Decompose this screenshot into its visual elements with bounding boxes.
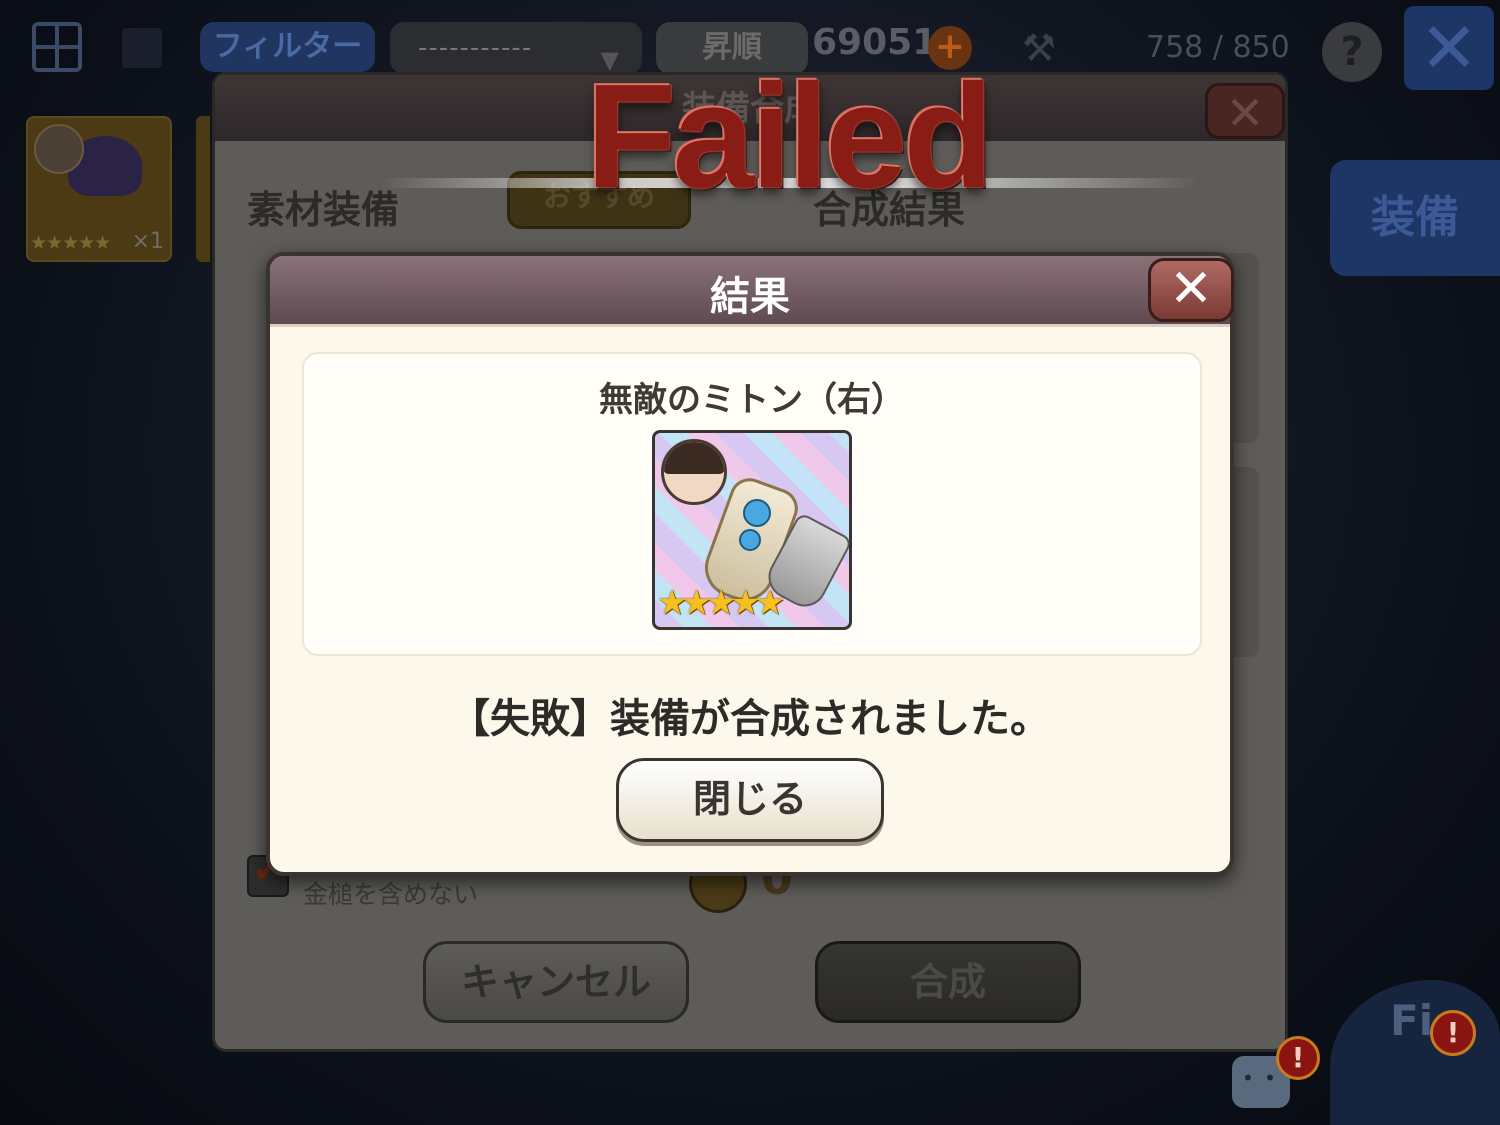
alert-badge-icon: ! <box>1430 1010 1476 1056</box>
filter-button[interactable]: フィルター <box>200 22 375 72</box>
result-message: 【失敗】装備が合成されました。 <box>450 696 1050 742</box>
result-dialog: 結果 ✕ 無敵のミトン（右） ★★★★★ 【失敗】装備が合成されました。 閉じる <box>266 252 1234 876</box>
avatar-hair <box>664 442 724 474</box>
help-icon[interactable]: ? <box>1322 22 1382 82</box>
exclude-hammer-label: 金槌を含めない <box>303 880 479 909</box>
material-equipment-label: 素材装備 <box>247 188 400 232</box>
synthesize-button[interactable]: 合成 <box>815 941 1081 1023</box>
cancel-button[interactable]: キャンセル <box>423 941 689 1023</box>
mascot-label: Fi <box>1390 996 1434 1045</box>
close-screen-button[interactable]: ✕ <box>1404 6 1494 90</box>
character-portrait-icon <box>34 124 84 174</box>
close-button[interactable]: 閉じる <box>616 758 884 842</box>
item-rarity-stars: ★★★★★ <box>657 583 785 623</box>
synthesis-close-button[interactable]: ✕ <box>1205 83 1285 140</box>
gem-icon <box>739 529 761 551</box>
item-rarity-stars: ★★★★★ <box>30 232 111 254</box>
result-close-button[interactable]: ✕ <box>1148 258 1234 322</box>
alert-badge-icon: ! <box>1276 1036 1320 1080</box>
inventory-item-card-partial[interactable] <box>196 116 210 262</box>
failed-banner: Failed <box>586 54 994 219</box>
result-dialog-header: 結果 ✕ <box>270 256 1234 327</box>
result-item-name: 無敵のミトン（右） <box>599 380 905 420</box>
gem-icon <box>743 499 771 527</box>
equip-tab-button[interactable]: 装備 <box>1330 160 1500 276</box>
inventory-item-card[interactable]: ★★★★★ ×1 <box>26 116 172 262</box>
inventory-capacity: 758 / 850 <box>1146 30 1290 65</box>
character-avatar-icon <box>661 439 727 505</box>
result-item-panel: 無敵のミトン（右） ★★★★★ <box>302 352 1202 656</box>
mitten-item-icon[interactable]: ★★★★★ <box>652 430 852 630</box>
chat-dots: • • <box>1242 1066 1278 1090</box>
sort-dropdown-value: ----------- <box>418 33 533 63</box>
grid-view-icon[interactable] <box>32 22 82 72</box>
list-view-icon[interactable] <box>122 28 162 68</box>
item-quantity: ×1 <box>131 229 164 254</box>
hammer-icon: ⚒ <box>1022 26 1057 70</box>
result-dialog-title: 結果 <box>710 274 790 320</box>
